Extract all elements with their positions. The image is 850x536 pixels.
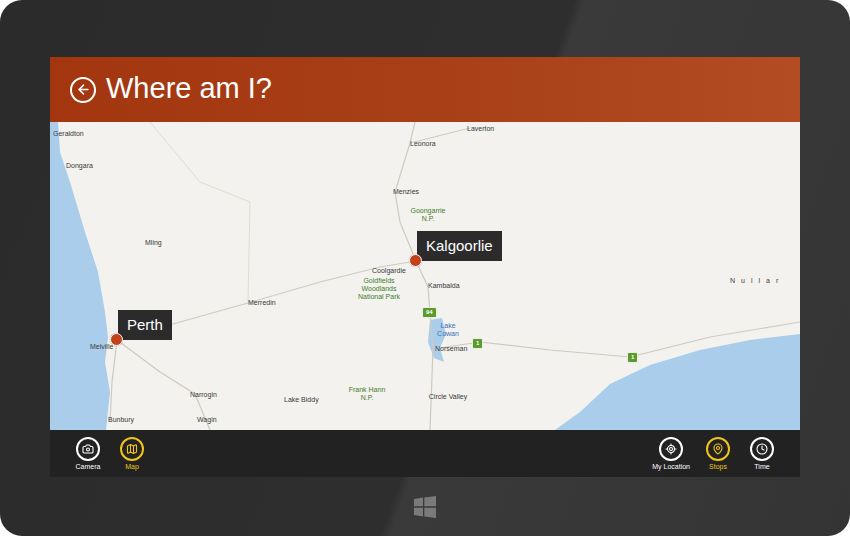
map-label: Coolgardie bbox=[372, 267, 406, 275]
map-label: Leonora bbox=[410, 140, 436, 148]
app-bar-button[interactable]: Time bbox=[746, 437, 778, 471]
map-label: Wagin bbox=[197, 416, 217, 424]
map-icon bbox=[120, 437, 144, 461]
windows-logo-icon[interactable] bbox=[414, 496, 436, 518]
back-button[interactable] bbox=[70, 77, 96, 103]
road-shield: 1 bbox=[472, 338, 483, 349]
screen: Where am I? Geraldton Laverton Leonora Donga… bbox=[50, 57, 800, 477]
bezel-bottom bbox=[50, 477, 800, 536]
pin-callout[interactable]: Kalgoorlie bbox=[417, 231, 502, 261]
map-label: Merredin bbox=[248, 299, 276, 307]
map-label: Geraldton bbox=[53, 130, 84, 138]
map-label: Lake Biddy bbox=[284, 396, 319, 404]
app-bar-button[interactable]: My Location bbox=[652, 437, 690, 471]
app-bar-label: Map bbox=[125, 463, 139, 471]
app-bar-label: Time bbox=[754, 463, 769, 471]
app-bar-button[interactable]: Stops bbox=[702, 437, 734, 471]
page-title: Where am I? bbox=[106, 71, 272, 108]
map-label: Lake Cowan bbox=[430, 322, 466, 338]
map-pin[interactable] bbox=[110, 333, 123, 346]
app-bar-label: My Location bbox=[652, 463, 690, 471]
app-bar-right: My Location Stops Time bbox=[652, 437, 778, 471]
map-label: Goongarrie N.P. bbox=[408, 207, 448, 223]
map-label: Bunbury bbox=[108, 416, 134, 424]
app-bar-label: Camera bbox=[76, 463, 101, 471]
map-drawing bbox=[50, 122, 800, 430]
header: Where am I? bbox=[50, 57, 800, 122]
app-bar: Camera Map My Location Stops Time bbox=[50, 430, 800, 477]
map-label: Melville bbox=[90, 343, 113, 351]
map-pin[interactable] bbox=[409, 254, 422, 267]
pin-icon bbox=[706, 437, 730, 461]
back-arrow-icon bbox=[76, 82, 91, 97]
road-shield: 1 bbox=[627, 352, 638, 363]
map-label: Laverton bbox=[467, 125, 494, 133]
tablet-bezel: Where am I? Geraldton Laverton Leonora Donga… bbox=[0, 0, 850, 536]
map-label: Goldfields Woodlands National Park bbox=[353, 277, 405, 301]
clock-icon bbox=[750, 437, 774, 461]
map-label: Nullar bbox=[730, 277, 784, 285]
app-bar-left: Camera Map bbox=[72, 437, 148, 471]
app-bar-button[interactable]: Camera bbox=[72, 437, 104, 471]
pin-callout[interactable]: Perth bbox=[118, 310, 172, 340]
map-label: Frank Hann N.P. bbox=[347, 386, 387, 402]
location-icon bbox=[659, 437, 683, 461]
map-label: Menzies bbox=[393, 188, 419, 196]
camera-icon bbox=[76, 437, 100, 461]
map-label: Circle Valley bbox=[428, 393, 468, 401]
map[interactable]: Geraldton Laverton Leonora Dongara Menzies Go… bbox=[50, 122, 800, 430]
map-label: Mling bbox=[145, 239, 162, 247]
map-label: Narrogin bbox=[190, 391, 217, 399]
map-label: Kambalda bbox=[428, 282, 460, 290]
map-label: Dongara bbox=[66, 162, 93, 170]
app-bar-label: Stops bbox=[709, 463, 727, 471]
app-bar-button[interactable]: Map bbox=[116, 437, 148, 471]
road-shield: 94 bbox=[422, 307, 437, 318]
map-label: Norseman bbox=[435, 345, 467, 353]
